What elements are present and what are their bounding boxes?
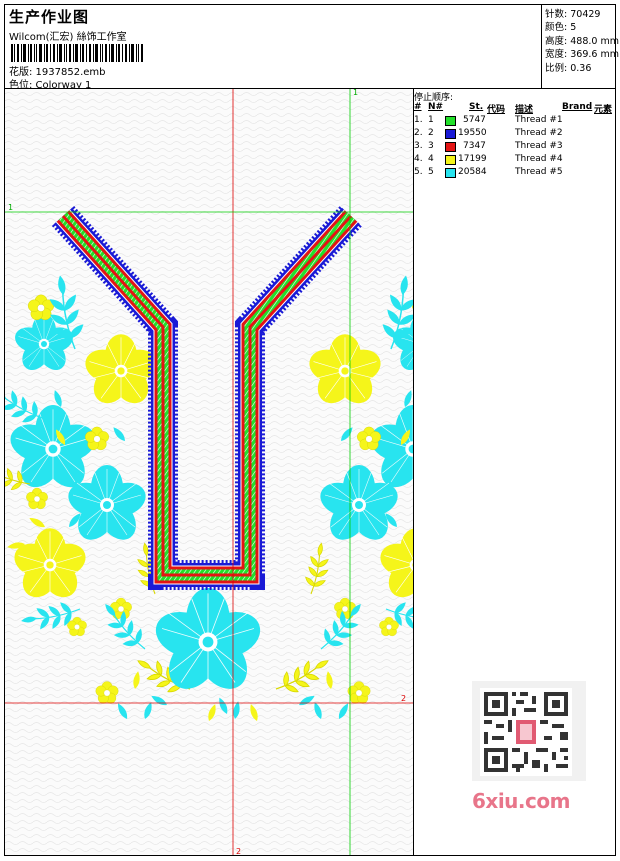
col-st: St. bbox=[469, 102, 484, 112]
watermark-text: 6xiu.com bbox=[472, 789, 570, 813]
col-needle: N# bbox=[428, 102, 444, 112]
col-index: # bbox=[414, 102, 422, 112]
stats-box: 针数: 70429 颜色: 5 高度: 488.0 mm 宽度: 369.6 m… bbox=[541, 5, 619, 88]
guide-label-right: 2 bbox=[401, 694, 406, 703]
color-swatch bbox=[445, 129, 456, 139]
guide-label-bottom: 2 bbox=[236, 847, 241, 855]
color-swatch bbox=[445, 142, 456, 152]
page-title: 生产作业图 bbox=[9, 8, 90, 26]
color-swatch bbox=[445, 116, 456, 126]
embroidery-design: 1 1 2 2 bbox=[5, 89, 413, 855]
color-swatch bbox=[445, 168, 456, 178]
color-swatch bbox=[445, 155, 456, 165]
barcode-icon bbox=[11, 44, 143, 62]
stat-scale: 比例: 0.36 bbox=[545, 63, 592, 74]
stat-height: 高度: 488.0 mm bbox=[545, 36, 619, 47]
col-brand: Brand bbox=[562, 102, 593, 112]
thread-row: 4. 4 17199 Thread #4 bbox=[414, 154, 563, 165]
thread-row: 1. 1 5747 Thread #1 bbox=[414, 115, 563, 126]
header: 生产作业图 Wilcom(汇宏) 絲饰工作室 花版: 1937852.emb 色… bbox=[5, 5, 541, 91]
col-desc: 描述 bbox=[515, 105, 534, 115]
stat-colors: 颜色: 5 bbox=[545, 22, 577, 33]
guide-label-left: 1 bbox=[8, 203, 13, 212]
stat-width: 宽度: 369.6 mm bbox=[545, 49, 619, 60]
qr-code-icon bbox=[472, 681, 586, 781]
design-canvas: 1 1 2 2 bbox=[5, 89, 413, 855]
guide-label-top: 1 bbox=[353, 89, 358, 97]
col-code: 代码 bbox=[487, 105, 506, 115]
stat-stitches: 针数: 70429 bbox=[545, 9, 601, 20]
thread-row: 2. 2 19550 Thread #2 bbox=[414, 128, 563, 139]
col-element: 元素 bbox=[594, 105, 613, 115]
thread-row: 5. 5 20584 Thread #5 bbox=[414, 167, 563, 178]
thread-row: 3. 3 7347 Thread #3 bbox=[414, 141, 563, 152]
software-label: Wilcom(汇宏) 絲饰工作室 bbox=[9, 32, 127, 43]
